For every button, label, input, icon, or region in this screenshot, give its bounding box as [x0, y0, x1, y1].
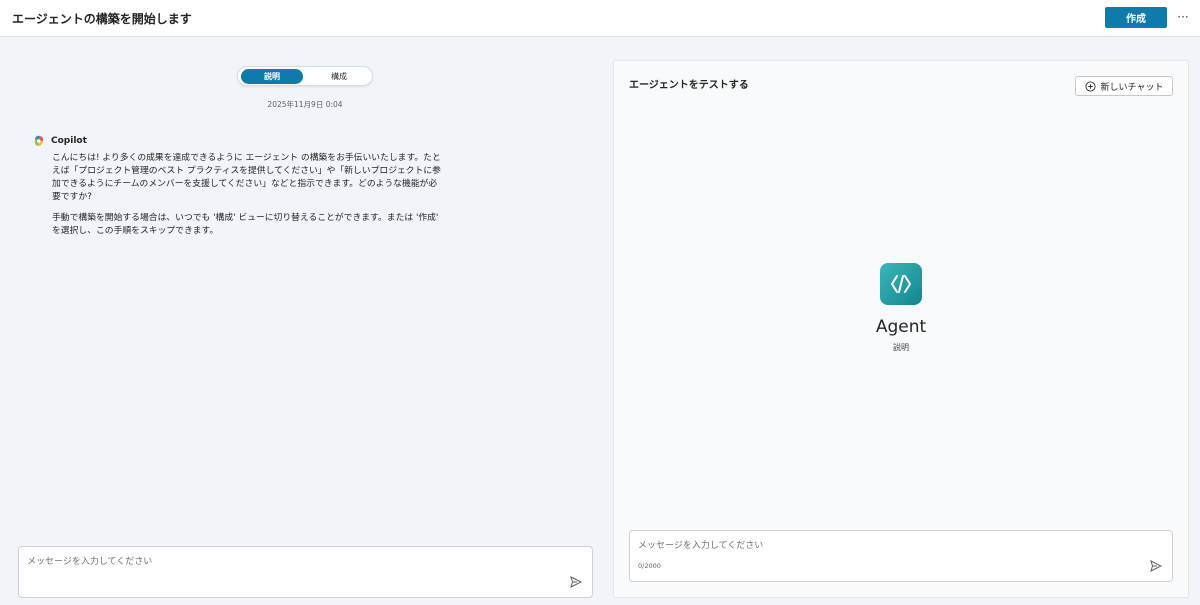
- character-counter: 0/2000: [638, 562, 661, 570]
- copilot-logo-icon: [34, 135, 44, 146]
- assistant-name: Copilot: [51, 136, 87, 146]
- page-title: エージェントの構築を開始します: [12, 12, 192, 26]
- assistant-header: Copilot: [33, 135, 87, 147]
- top-bar: エージェントの構築を開始します 作成 ···: [0, 0, 1200, 37]
- message-paragraph: こんにちは! より多くの成果を達成できるように エージェント の構築をお手伝いい…: [52, 153, 441, 202]
- right-message-box: [629, 530, 1173, 582]
- agent-description: 説明: [893, 343, 909, 352]
- view-toggle: 説明 構成: [237, 66, 373, 86]
- agent-name: Agent: [875, 317, 927, 337]
- new-chat-button[interactable]: 新しいチャット: [1075, 76, 1173, 96]
- more-options-icon[interactable]: ···: [1174, 8, 1192, 26]
- left-message-box: [18, 546, 593, 598]
- new-chat-label: 新しいチャット: [1100, 82, 1164, 93]
- tab-configure[interactable]: 構成: [308, 69, 370, 84]
- chat-add-icon: [1084, 80, 1096, 92]
- agent-code-icon: [880, 263, 922, 305]
- message-paragraph: 手動で構築を開始する場合は、いつでも '構成' ビューに切り替えることができます…: [52, 213, 439, 236]
- send-icon[interactable]: [570, 576, 582, 588]
- message-timestamp: 2025年11月9日 0:04: [267, 100, 343, 109]
- left-message-input[interactable]: [27, 555, 567, 569]
- send-icon[interactable]: [1150, 560, 1162, 572]
- test-panel-title: エージェントをテストする: [629, 80, 749, 91]
- tab-description[interactable]: 説明: [241, 69, 303, 84]
- assistant-message: こんにちは! より多くの成果を達成できるように エージェント の構築をお手伝いい…: [52, 152, 444, 246]
- right-message-input[interactable]: [638, 539, 1148, 553]
- create-button[interactable]: 作成: [1105, 7, 1167, 28]
